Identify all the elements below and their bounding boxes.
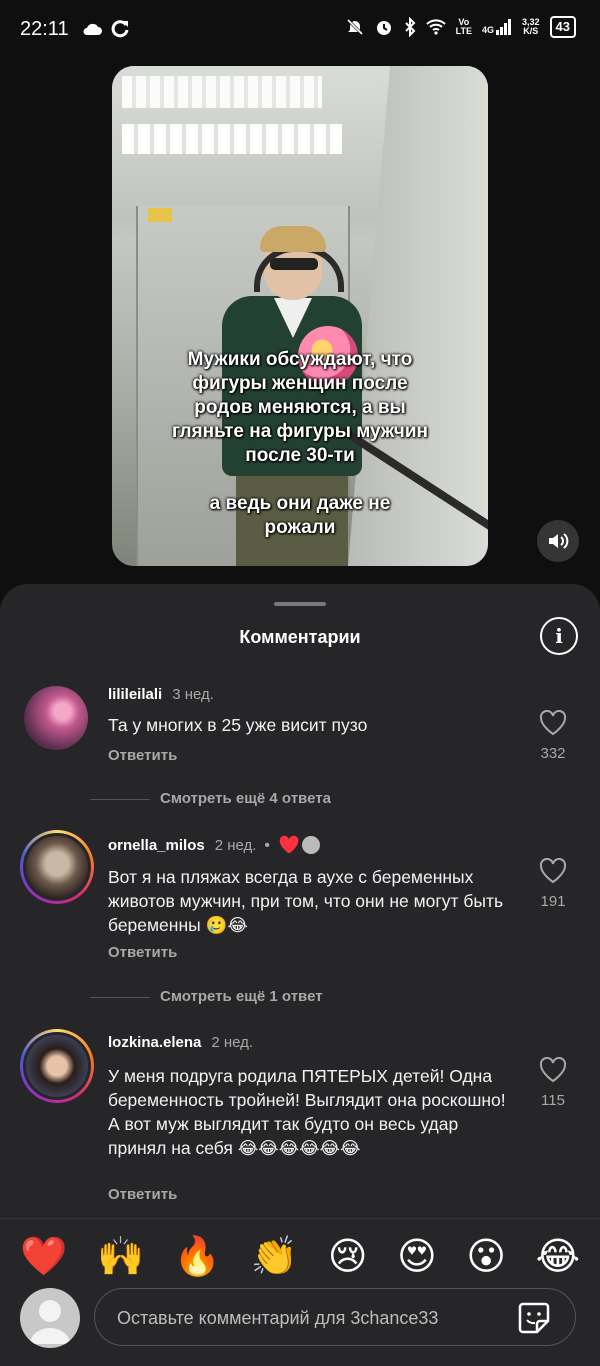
- comment-text: Вот я на пляжах всегда в аухе с беременн…: [108, 867, 504, 935]
- reply-button[interactable]: Ответить: [108, 747, 177, 764]
- divider: [0, 1218, 600, 1219]
- info-icon[interactable]: i: [540, 617, 578, 655]
- comments-sheet: Комментарии i lilileilali 3 нед. Та у мно…: [0, 584, 600, 1366]
- video-caption-line1: Мужики обсуждают, что фигуры женщин посл…: [172, 349, 428, 466]
- emoji-bar: ❤️ 🙌 🔥 👏 😢 😍 😮 😂: [20, 1235, 580, 1279]
- emoji-laughing[interactable]: 😂: [536, 1235, 580, 1279]
- heart-icon: [539, 1056, 567, 1083]
- emoji-heart[interactable]: ❤️: [20, 1235, 67, 1279]
- emoji-crying[interactable]: 😢: [328, 1235, 368, 1279]
- sticker-icon[interactable]: [517, 1301, 551, 1335]
- like-count: 332: [540, 745, 566, 762]
- comment-time: 3 нед.: [172, 686, 214, 703]
- sheet-title: Комментарии: [239, 627, 361, 647]
- user-avatar: [20, 1288, 80, 1348]
- reply-button[interactable]: Ответить: [108, 1186, 177, 1203]
- wifi-icon: [425, 19, 446, 35]
- comment-input[interactable]: [115, 1289, 499, 1347]
- avatar[interactable]: [20, 1029, 94, 1103]
- sync-icon: [111, 20, 129, 38]
- see-more-replies[interactable]: Смотреть ещё 4 ответа: [90, 790, 490, 807]
- comment-composer: [20, 1286, 580, 1350]
- status-time: 22:11: [20, 18, 69, 40]
- emoji-surprised[interactable]: 😮: [466, 1235, 506, 1279]
- comment-text: Та у многих в 25 уже висит пузо: [108, 715, 368, 735]
- video-player[interactable]: Мужики обсуждают, что фигуры женщин посл…: [112, 66, 488, 566]
- sheet-grabber[interactable]: [274, 602, 326, 606]
- comment-text: У меня подруга родила ПЯТЕРЫХ детей! Одн…: [108, 1066, 506, 1158]
- alarm-icon: [376, 21, 391, 35]
- see-more-replies[interactable]: Смотреть ещё 1 ответ: [90, 988, 490, 1005]
- emoji-clap[interactable]: 👏: [251, 1235, 298, 1279]
- emoji-heart-eyes[interactable]: 😍: [397, 1235, 437, 1279]
- like-count: 115: [541, 1092, 565, 1109]
- signal-icon: 4G: [482, 19, 512, 35]
- comment-username[interactable]: lozkina.elena: [108, 1034, 201, 1051]
- like-count: 191: [540, 893, 566, 910]
- avatar[interactable]: [20, 830, 94, 904]
- like-button[interactable]: 191: [530, 857, 576, 910]
- avatar[interactable]: [24, 686, 88, 750]
- comment-username[interactable]: ornella_milos: [108, 837, 205, 854]
- comment-time: 2 нед.: [211, 1034, 254, 1051]
- sound-toggle-button[interactable]: [537, 520, 579, 562]
- speaker-icon: [549, 533, 569, 549]
- battery-icon: 43: [549, 16, 576, 38]
- comment-time: 2 нед.: [214, 836, 257, 854]
- emoji-fire[interactable]: 🔥: [174, 1235, 221, 1279]
- like-button[interactable]: 332: [530, 709, 576, 762]
- bluetooth-icon: [404, 17, 416, 37]
- heart-icon: [539, 709, 567, 736]
- mute-icon: [346, 18, 363, 36]
- video-caption-line2: а ведь они даже не рожали: [209, 493, 391, 538]
- reply-button[interactable]: Ответить: [108, 944, 177, 961]
- cloud-icon: [83, 23, 102, 35]
- author-liked-heart-icon: [279, 835, 298, 854]
- status-bar: 22:11 Vo LTE 4G 3,32 K/S 43: [0, 0, 600, 60]
- video-caption: Мужики обсуждают, что фигуры женщин посл…: [112, 348, 488, 540]
- emoji-raised-hands[interactable]: 🙌: [97, 1235, 144, 1279]
- comment-username[interactable]: lilileilali: [108, 686, 162, 703]
- heart-icon: [539, 857, 567, 884]
- author-avatar: [301, 836, 320, 854]
- like-button[interactable]: 115: [530, 1056, 576, 1109]
